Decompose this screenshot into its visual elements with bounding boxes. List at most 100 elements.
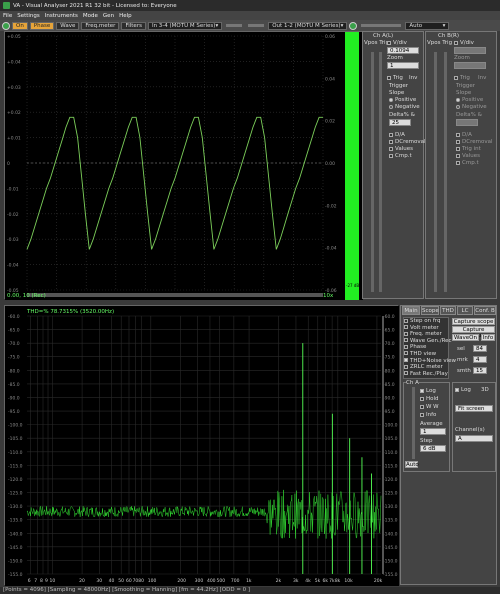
mode-select[interactable]: Auto ▾	[405, 21, 450, 30]
thd-noise-view-check[interactable]	[404, 358, 408, 363]
spectrum-plot[interactable]: -60.0 -60.0 -65.0 -65.0 -70.0 -70.0 -75.0 -75.0…	[5, 306, 399, 586]
scope-right-tick: 0.06	[325, 34, 335, 40]
mark-field[interactable]: 4	[473, 356, 487, 363]
tab-main[interactable]: Main	[402, 306, 420, 315]
channel-a-vdiv-field[interactable]: 0.1094	[387, 47, 419, 54]
channel-a-positive-radio[interactable]	[389, 97, 393, 102]
log-scale-check[interactable]	[455, 387, 459, 392]
channel-b-values-check[interactable]	[456, 153, 460, 158]
channel-a-trig-check[interactable]	[387, 75, 391, 80]
input-level-slider-2[interactable]	[248, 24, 265, 27]
channel-a-negative-radio[interactable]	[389, 104, 393, 109]
log-check[interactable]	[420, 388, 424, 393]
auto-button[interactable]: Auto	[405, 461, 419, 468]
channel-b-vpos-slider[interactable]	[434, 52, 437, 292]
power-icon[interactable]	[2, 21, 10, 30]
channel-b-vdiv-check[interactable]	[454, 40, 458, 45]
channel-a-da-check[interactable]	[389, 132, 393, 137]
sel-field[interactable]: 84	[473, 345, 487, 352]
channel-b-negative-radio[interactable]	[456, 104, 460, 109]
tab-lc[interactable]: LC	[457, 306, 473, 315]
menu-instruments[interactable]: Instruments	[45, 13, 78, 19]
channel-a-trig-slider[interactable]	[379, 52, 382, 292]
channel-a-delta-field[interactable]: 25	[389, 119, 411, 126]
speaker-icon[interactable]	[349, 21, 358, 30]
waveon-button[interactable]: WaveOn	[452, 334, 479, 341]
channel-a-da-label: D/A	[395, 132, 405, 138]
channel-b-vdiv-field[interactable]	[454, 47, 486, 54]
scope-bottom-label: 0.00, 10 (Rec)	[7, 293, 46, 299]
channel-b-cmp-check[interactable]	[456, 160, 460, 165]
freq-meter-button[interactable]: Freq.meter	[81, 21, 120, 30]
channel-b-trig-check[interactable]	[454, 75, 458, 80]
channel-a-vdiv-check[interactable]	[387, 40, 391, 45]
channel-b-zoom-field[interactable]	[454, 62, 486, 69]
filters-button[interactable]: Filters	[121, 21, 146, 30]
info-check[interactable]	[420, 412, 424, 417]
fit-screen-select[interactable]: Fit screen	[455, 405, 493, 412]
oscilloscope-plot[interactable]: +0.05 +0.04 +0.03 +0.02 +0.01 0 -0.01 -0.02 -0.0…	[5, 32, 363, 300]
wave-button[interactable]: Wave	[56, 21, 80, 30]
channel-a-values-check[interactable]	[389, 146, 393, 151]
thd-noise-view-label: THD+Noise view	[410, 357, 457, 364]
step-on-frq-check[interactable]	[404, 318, 408, 323]
fast-rec-check[interactable]	[404, 371, 408, 376]
channel-a-vpos-slider[interactable]	[371, 52, 374, 292]
scope-y-tick: -0.04	[7, 263, 19, 269]
channel-b-dcremoval-check[interactable]	[456, 139, 460, 144]
step-field[interactable]: 6 dB	[420, 445, 446, 452]
phase-button[interactable]: Phase	[29, 21, 55, 30]
oscilloscope-panel[interactable]: +0.05 +0.04 +0.03 +0.02 +0.01 0 -0.01 -0.02 -0.0…	[4, 31, 363, 300]
zrlc-meter-check[interactable]	[404, 364, 408, 369]
scope-horizontal-scrollbar[interactable]	[27, 293, 323, 297]
spectrum-panel[interactable]: -60.0 -60.0 -65.0 -65.0 -70.0 -70.0 -75.0 -75.0…	[4, 305, 399, 586]
average-field[interactable]: 1	[420, 428, 446, 435]
scope-right-tick: 0.02	[325, 119, 335, 125]
menu-mode[interactable]: Mode	[83, 13, 98, 19]
spectrum-x-tick: 700	[231, 578, 240, 584]
output-device-select[interactable]: Out 1-2 (MOTU M Series) ▾	[268, 21, 348, 30]
hold-check[interactable]	[420, 396, 424, 401]
channel-b-trig-slider[interactable]	[444, 52, 447, 292]
channel-b-trig-int-check[interactable]	[456, 146, 460, 151]
wave-gen-check[interactable]	[404, 338, 408, 343]
menu-file[interactable]: File	[3, 13, 12, 19]
phase-check[interactable]	[404, 344, 408, 349]
scope-y-tick: -0.02	[7, 212, 19, 218]
channel-b-da-check[interactable]	[456, 132, 460, 137]
output-level-slider[interactable]	[361, 24, 402, 27]
sel-label: sel	[457, 346, 465, 352]
channel-a-dcremoval-check[interactable]	[389, 139, 393, 144]
instrument-checklist: Step on frq Volt meter Freq. meter Wave …	[403, 317, 456, 379]
tab-conf-b[interactable]: Conf. B	[474, 306, 496, 315]
channel-a-cmp-label: Cmp.t	[395, 153, 412, 159]
channels-select[interactable]: A	[455, 435, 493, 442]
capture-scope-button[interactable]: Capture scope	[452, 318, 495, 325]
input-device-select[interactable]: In 3-4 (MOTU M Series) ▾	[147, 21, 223, 30]
spectrum-y-tick-right: -140.0	[383, 531, 398, 537]
menu-gen[interactable]: Gen	[103, 13, 114, 19]
thd-view-check[interactable]	[404, 351, 408, 356]
channel-b-delta-field[interactable]	[456, 119, 478, 126]
smth-field[interactable]: 15	[473, 367, 487, 374]
spectrum-scrollbar[interactable]	[382, 316, 384, 574]
capture-spectrum-button[interactable]: Capture spectrum	[452, 326, 495, 339]
menu-settings[interactable]: Settings	[17, 13, 40, 19]
channel-b-trig-label: Trig	[460, 75, 470, 81]
info-button[interactable]: Info	[481, 334, 495, 341]
input-level-slider[interactable]	[226, 24, 243, 27]
spectrum-y-tick: -85.0	[8, 382, 20, 388]
spectrum-level-slider[interactable]	[412, 387, 415, 459]
channel-a-cmp-check[interactable]	[389, 153, 393, 158]
freq-meter-check[interactable]	[404, 331, 408, 336]
channel-a-zoom-field[interactable]: 1	[387, 62, 419, 69]
ww-check[interactable]	[420, 404, 424, 409]
volt-meter-check[interactable]	[404, 325, 408, 330]
tab-scope[interactable]: Scope	[421, 306, 439, 315]
menu-help[interactable]: Help	[119, 13, 132, 19]
scope-right-tick: -0.02	[325, 203, 337, 209]
tab-thd[interactable]: THD	[440, 306, 456, 315]
channel-b-positive-radio[interactable]	[456, 97, 460, 102]
on-button[interactable]: On	[12, 21, 28, 30]
average-label: Average	[420, 421, 443, 427]
